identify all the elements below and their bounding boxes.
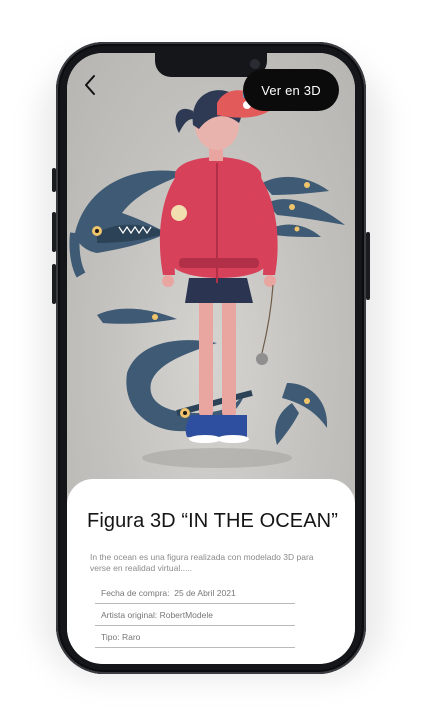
chevron-left-icon: [85, 75, 95, 95]
artist-label: Artista original:: [101, 610, 158, 620]
volume-up-button: [52, 212, 56, 252]
detail-row-type: Tipo: Raro: [95, 627, 295, 648]
artist-text: Artista original: RobertModele: [101, 610, 213, 620]
artist-value: RobertModele: [159, 610, 213, 620]
volume-down-button: [52, 264, 56, 304]
product-description: In the ocean es una figura realizada con…: [90, 552, 314, 573]
mute-switch: [52, 168, 56, 192]
purchase-date-label: Fecha de compra:: [101, 588, 170, 598]
back-button[interactable]: [79, 71, 101, 99]
detail-row-purchase-date: Fecha de compra: 25 de Abril 2021: [95, 583, 295, 604]
type-text: Tipo: Raro: [101, 632, 140, 642]
phone-screen: Ver en 3D Figura 3D “IN THE OCEAN” In th…: [67, 53, 355, 664]
purchase-date-text: Fecha de compra: 25 de Abril 2021: [101, 588, 236, 598]
purchase-date-value: 25 de Abril 2021: [174, 588, 236, 598]
front-camera: [250, 59, 260, 69]
product-info-card: Figura 3D “IN THE OCEAN” In the ocean es…: [67, 479, 355, 664]
figure-illustration: [69, 90, 345, 468]
type-label: Tipo:: [101, 632, 120, 642]
type-value: Raro: [121, 632, 141, 642]
power-button: [366, 232, 370, 300]
detail-row-artist: Artista original: RobertModele: [95, 605, 295, 626]
view-in-3d-button[interactable]: Ver en 3D: [243, 69, 339, 111]
figure-artwork: [67, 53, 355, 493]
product-title: Figura 3D “IN THE OCEAN”: [87, 510, 338, 532]
